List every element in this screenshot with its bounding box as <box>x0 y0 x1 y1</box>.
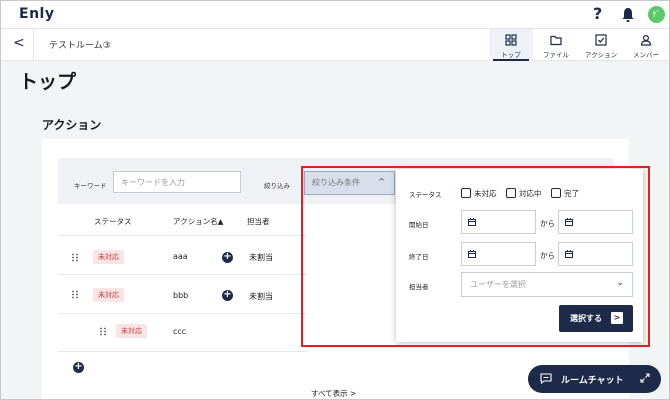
header-assignee: 担当者 <box>247 217 270 226</box>
grid-icon <box>505 34 517 46</box>
chat-icon <box>540 373 552 384</box>
tab-action[interactable]: アクション <box>579 29 623 61</box>
add-assignee-button[interactable]: + <box>222 290 233 301</box>
room-chat-label: ルームチャット <box>561 376 624 386</box>
drag-handle-icon[interactable] <box>71 253 79 262</box>
bell-icon[interactable] <box>621 7 635 23</box>
status-badge: 未対応 <box>93 250 124 264</box>
avatar[interactable]: ｹﾞ <box>648 6 665 23</box>
add-action-button[interactable]: + <box>73 362 84 373</box>
row-divider <box>58 313 308 314</box>
status-badge: 未対応 <box>93 288 124 302</box>
row-divider <box>58 351 308 352</box>
drag-handle-icon[interactable] <box>99 327 107 336</box>
room-bar: < テストルーム③ トップ ファイル アクション メンバー <box>1 29 669 61</box>
header-name[interactable]: アクション名▲ <box>173 216 223 227</box>
help-icon[interactable]: ? <box>593 4 602 23</box>
action-name[interactable]: aaa <box>173 252 188 261</box>
row-divider <box>58 235 308 236</box>
tab-label: トップ <box>501 51 521 59</box>
section-title: アクション <box>42 118 102 132</box>
back-icon[interactable]: < <box>13 35 25 51</box>
room-chat-button[interactable]: ルームチャット <box>528 365 661 393</box>
add-assignee-button[interactable]: + <box>222 252 233 263</box>
tab-label: アクション <box>584 51 618 59</box>
status-badge: 未対応 <box>116 324 147 338</box>
app-window: Enly ? ｹﾞ < テストルーム③ トップ ファイル アクション メンバー … <box>0 0 670 400</box>
logo: Enly <box>19 6 55 22</box>
header-status: ステータス <box>94 217 132 226</box>
highlight-box <box>301 166 650 347</box>
tab-top[interactable]: トップ <box>489 29 533 61</box>
assignee: 未割当 <box>249 253 273 262</box>
tab-file[interactable]: ファイル <box>534 29 578 61</box>
tab-member[interactable]: メンバー <box>624 29 668 61</box>
action-name[interactable]: ccc <box>173 327 186 336</box>
divider <box>33 29 34 61</box>
keyword-label: キーワード <box>74 182 107 190</box>
checkbox-icon <box>595 34 607 46</box>
top-bar: Enly ? ｹﾞ <box>1 1 669 29</box>
room-name: テストルーム③ <box>49 41 111 51</box>
keyword-input[interactable]: キーワードを入力 <box>113 171 241 193</box>
tab-label: ファイル <box>543 51 569 59</box>
action-name[interactable]: bbb <box>173 291 188 300</box>
folder-icon <box>550 35 562 46</box>
show-all-link[interactable]: すべて表示 > <box>311 388 356 399</box>
row-divider <box>58 274 308 275</box>
person-icon <box>640 34 652 46</box>
page-title: トップ <box>19 71 77 93</box>
narrow-label: 絞り込み <box>264 182 290 190</box>
expand-icon <box>640 373 650 383</box>
drag-handle-icon[interactable] <box>71 290 79 299</box>
tab-label: メンバー <box>633 51 659 59</box>
assignee: 未割当 <box>249 292 273 301</box>
